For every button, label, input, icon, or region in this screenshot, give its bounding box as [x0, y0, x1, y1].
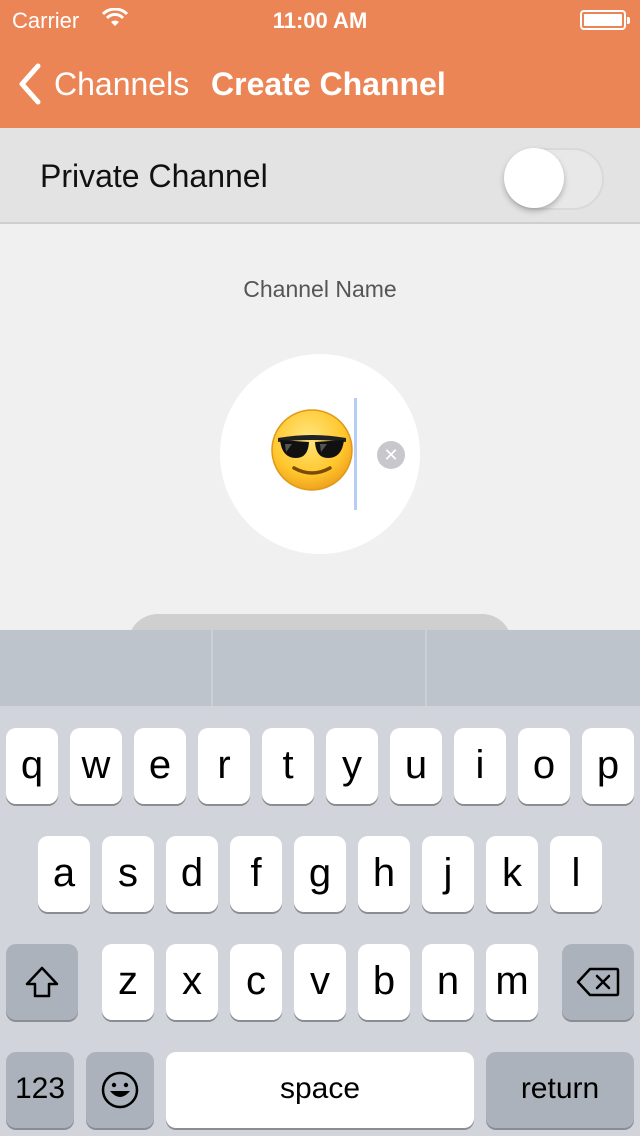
text-cursor	[354, 398, 357, 510]
emoji-keyboard-key[interactable]	[86, 1052, 154, 1128]
back-button[interactable]: Channels	[16, 60, 189, 108]
backspace-key[interactable]	[562, 944, 634, 1020]
letter-key[interactable]: j	[422, 836, 474, 912]
letter-key[interactable]: v	[294, 944, 346, 1020]
letter-key[interactable]: b	[358, 944, 410, 1020]
letter-key[interactable]: l	[550, 836, 602, 912]
shift-key[interactable]	[6, 944, 78, 1020]
backspace-icon	[576, 967, 620, 997]
letter-key[interactable]: u	[390, 728, 442, 804]
prediction-slot[interactable]	[427, 630, 640, 706]
letter-key[interactable]: h	[358, 836, 410, 912]
toggle-knob	[504, 148, 564, 208]
keyboard: qwertyuiop asdfghjkl zxcvbnm 123 space r…	[0, 630, 640, 1136]
letter-key[interactable]: q	[6, 728, 58, 804]
prediction-slot[interactable]	[0, 630, 213, 706]
private-channel-toggle[interactable]	[504, 148, 604, 210]
letter-key[interactable]: z	[102, 944, 154, 1020]
status-time: 11:00 AM	[272, 8, 368, 33]
letter-key[interactable]: g	[294, 836, 346, 912]
navigation-bar: Channels Create Channel	[0, 40, 640, 128]
letter-key[interactable]: a	[38, 836, 90, 912]
letter-key[interactable]: c	[230, 944, 282, 1020]
top-bar: Carrier 11:00 AM Channels Create Channel	[0, 0, 640, 128]
letter-key[interactable]: f	[230, 836, 282, 912]
battery-icon	[580, 10, 630, 30]
clear-text-button[interactable]: ✕	[377, 441, 405, 469]
letter-key[interactable]: m	[486, 944, 538, 1020]
back-label: Channels	[54, 65, 190, 102]
letter-key[interactable]: i	[454, 728, 506, 804]
chevron-left-icon	[19, 63, 41, 105]
page-title: Create Channel	[211, 66, 446, 102]
return-key[interactable]: return	[486, 1052, 634, 1128]
letter-key[interactable]: t	[262, 728, 314, 804]
letter-key[interactable]: d	[166, 836, 218, 912]
letter-key[interactable]: y	[326, 728, 378, 804]
letter-key[interactable]: n	[422, 944, 474, 1020]
shift-arrow-icon	[25, 966, 59, 998]
status-bar: Carrier 11:00 AM	[0, 0, 640, 40]
letter-key[interactable]: k	[486, 836, 538, 912]
channel-name-caption: Channel Name	[243, 276, 397, 302]
letter-key[interactable]: w	[70, 728, 122, 804]
letter-key[interactable]: x	[166, 944, 218, 1020]
space-key[interactable]: space	[166, 1052, 474, 1128]
smiley-icon	[101, 1071, 139, 1109]
predictive-bar	[0, 630, 640, 706]
prediction-slot[interactable]	[213, 630, 427, 706]
numbers-key[interactable]: 123	[6, 1052, 74, 1128]
letter-key[interactable]: e	[134, 728, 186, 804]
sunglasses-emoji-icon	[271, 409, 353, 491]
letter-key[interactable]: s	[102, 836, 154, 912]
letter-key[interactable]: o	[518, 728, 570, 804]
letter-key[interactable]: p	[582, 728, 634, 804]
letter-key[interactable]: r	[198, 728, 250, 804]
private-channel-label: Private Channel	[40, 158, 268, 194]
